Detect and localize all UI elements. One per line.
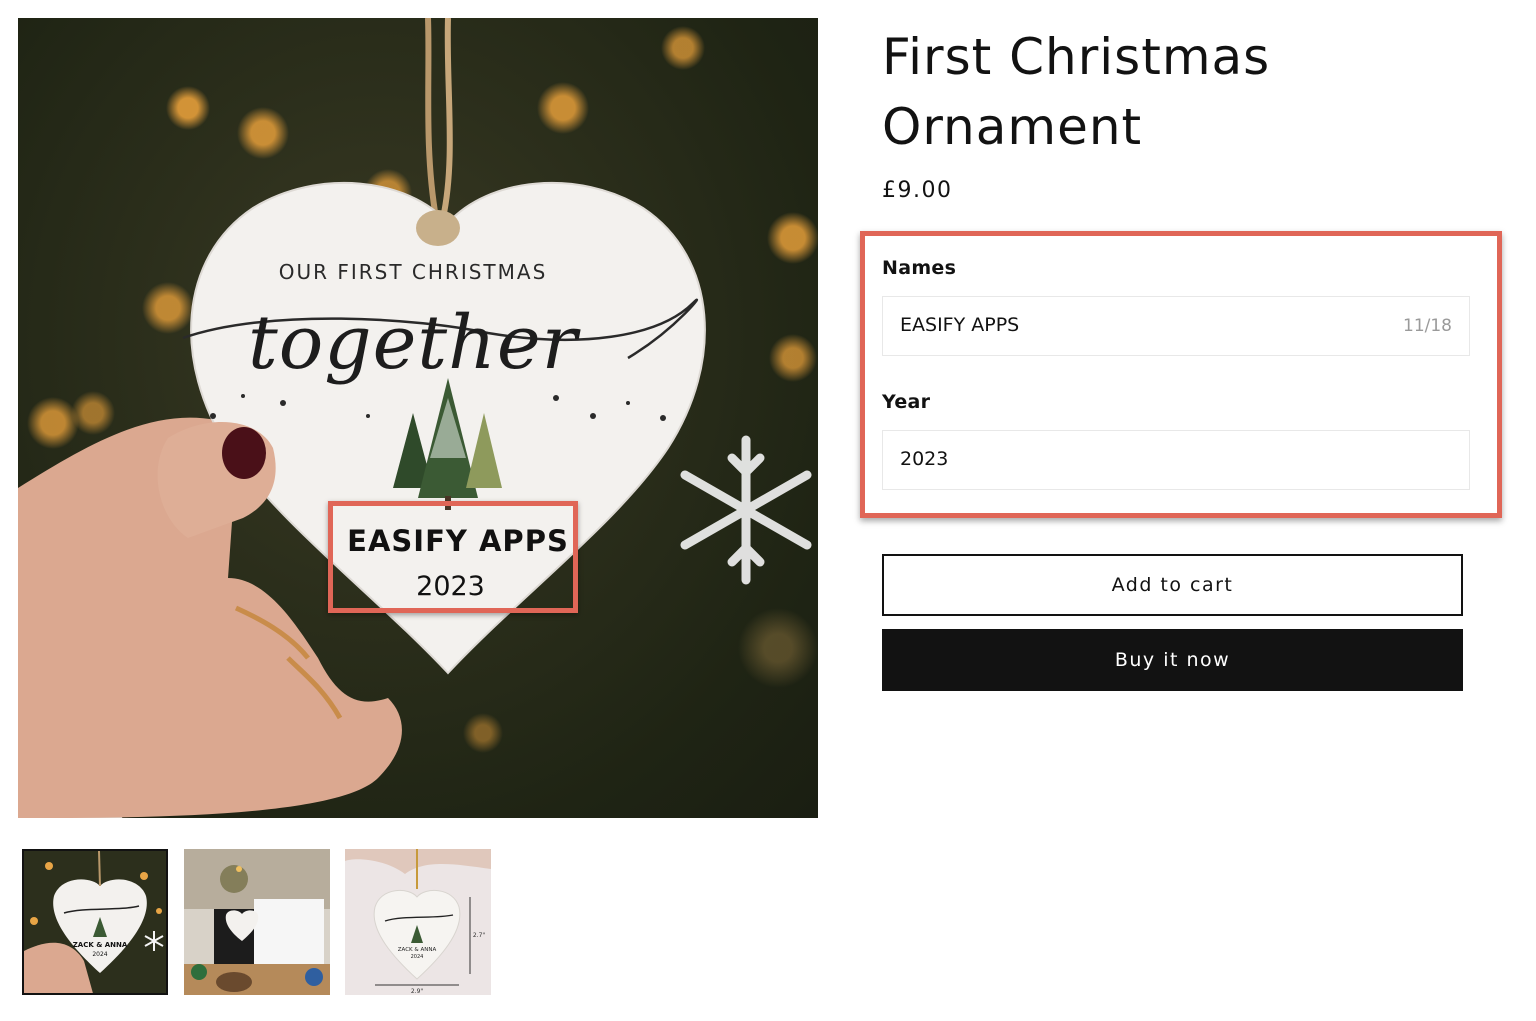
names-input-value: EASIFY APPS (900, 314, 1020, 336)
thumbnail-3[interactable]: ZACK & ANNA 2024 2.7" 2.9" (345, 849, 491, 995)
ornament-script-text: together (247, 300, 578, 386)
names-input[interactable]: EASIFY APPS 11/18 (882, 296, 1470, 356)
thumbnail-year-text: 2024 (411, 954, 424, 960)
thumbnail-2[interactable] (184, 849, 330, 995)
thumbnail-name-text: ZACK & ANNA (398, 947, 437, 953)
year-input-value: 2023 (900, 448, 949, 470)
ornament-photo-illustration (18, 18, 812, 818)
snowflake-icon (680, 435, 812, 585)
thumbnail-image: ZACK & ANNA 2024 2.7" 2.9" (345, 849, 491, 995)
thumbnail-1[interactable]: ZACK & ANNA 2024 (22, 849, 168, 995)
height-label: 2.7" (473, 932, 486, 939)
year-input[interactable]: 2023 (882, 430, 1470, 490)
ornament-heading-text: OUR FIRST CHRISTMAS (278, 260, 548, 284)
width-label: 2.9" (411, 988, 424, 995)
year-label: Year (882, 391, 931, 413)
names-label: Names (882, 257, 957, 279)
buy-it-now-button[interactable]: Buy it now (882, 629, 1463, 691)
product-price: £9.00 (882, 178, 953, 203)
character-counter: 11/18 (1403, 316, 1452, 336)
product-title: First Christmas Ornament (882, 28, 1271, 156)
preview-highlight-box (328, 501, 578, 613)
thumbnail-name-text: ZACK & ANNA (73, 941, 128, 949)
thumbnail-image: ZACK & ANNA 2024 (24, 851, 166, 993)
thumbnail-year-text: 2024 (92, 951, 107, 958)
add-to-cart-button[interactable]: Add to cart (882, 554, 1463, 616)
thumbnail-image (184, 849, 330, 995)
product-main-image[interactable]: OUR FIRST CHRISTMAS together EASIFY APPS… (18, 18, 818, 818)
